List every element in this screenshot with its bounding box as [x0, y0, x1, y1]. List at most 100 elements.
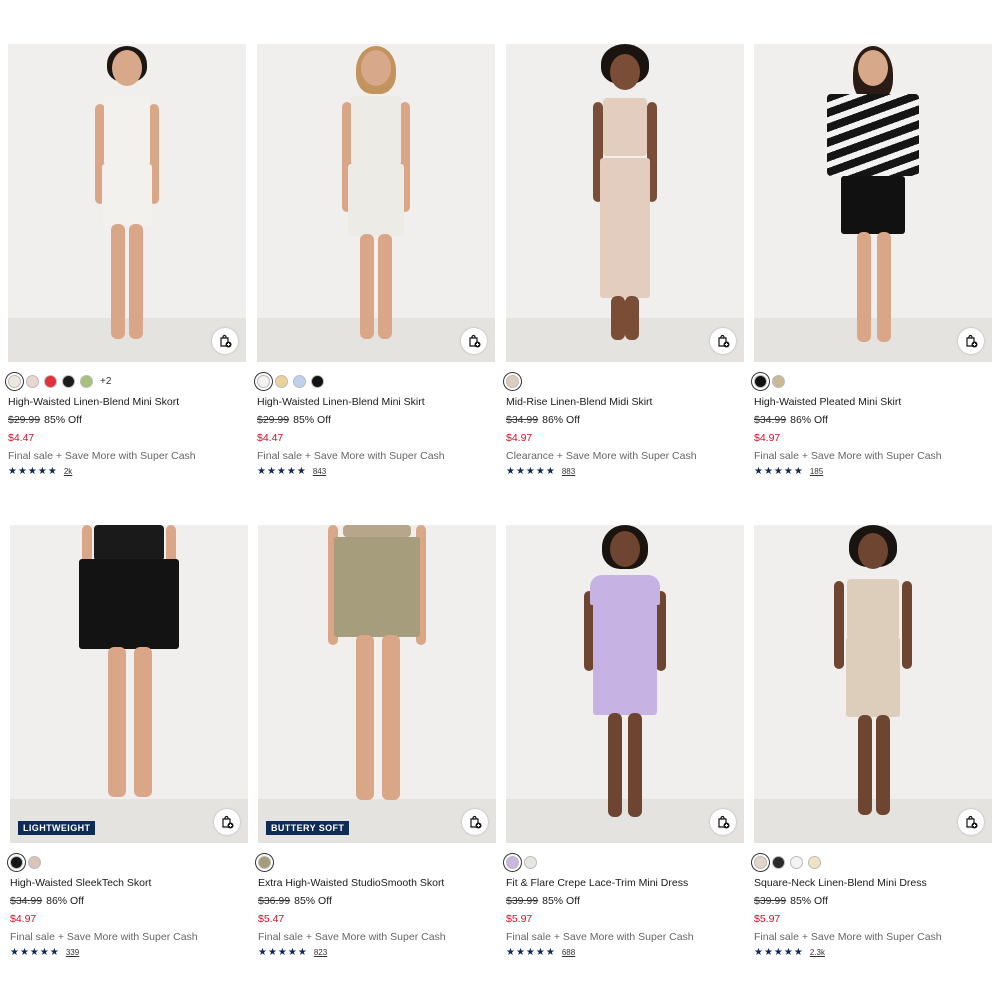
sale-price: $4.47 — [257, 432, 284, 444]
color-swatch[interactable] — [62, 374, 75, 388]
product-name[interactable]: Mid-Rise Linen-Blend Midi Skirt — [506, 396, 744, 408]
product-card[interactable]: +2 High-Waisted Linen-Blend Mini Skort $… — [8, 44, 246, 477]
color-swatch[interactable] — [808, 855, 821, 869]
color-swatch[interactable] — [258, 855, 271, 869]
shopping-bag-plus-icon — [470, 815, 482, 829]
rating[interactable]: ★★★★★ 823 — [258, 947, 496, 958]
review-count[interactable]: 823 — [314, 948, 327, 957]
review-count[interactable]: 2k — [64, 467, 72, 476]
price-row: $34.99 86% Off — [10, 895, 248, 907]
price-row: $34.99 86% Off — [506, 414, 744, 426]
color-swatch[interactable] — [44, 374, 57, 388]
product-name[interactable]: High-Waisted Pleated Mini Skirt — [754, 396, 992, 408]
review-count[interactable]: 883 — [562, 467, 575, 476]
product-image[interactable] — [754, 44, 992, 362]
review-count[interactable]: 185 — [810, 467, 823, 476]
product-card[interactable]: Mid-Rise Linen-Blend Midi Skirt $34.99 86… — [506, 44, 744, 477]
rating[interactable]: ★★★★★ 883 — [506, 466, 744, 477]
color-swatch[interactable] — [524, 855, 537, 869]
product-image[interactable] — [506, 525, 744, 843]
product-card[interactable]: High-Waisted Pleated Mini Skirt $34.99 86… — [754, 44, 992, 477]
rating[interactable]: ★★★★★ 2k — [8, 466, 246, 477]
product-image[interactable]: LIGHTWEIGHT — [10, 525, 248, 843]
product-image[interactable] — [754, 525, 992, 843]
product-card[interactable]: BUTTERY SOFT Extra High-Waisted StudioSm… — [258, 525, 496, 958]
color-swatch[interactable] — [257, 374, 270, 388]
color-swatch[interactable] — [275, 374, 288, 388]
star-rating-icon: ★★★★★ — [754, 466, 804, 477]
star-rating-icon: ★★★★★ — [754, 947, 804, 958]
color-swatch[interactable] — [772, 374, 785, 388]
rating[interactable]: ★★★★★ 2.3k — [754, 947, 992, 958]
product-card[interactable]: LIGHTWEIGHT High-Waisted SleekTech Skort… — [10, 525, 248, 958]
product-card[interactable]: Square-Neck Linen-Blend Mini Dress $39.9… — [754, 525, 992, 958]
product-card[interactable]: High-Waisted Linen-Blend Mini Skirt $29.… — [257, 44, 495, 477]
rating[interactable]: ★★★★★ 843 — [257, 466, 495, 477]
sale-price: $5.47 — [258, 913, 285, 925]
product-name[interactable]: High-Waisted Linen-Blend Mini Skort — [8, 396, 246, 408]
product-name[interactable]: Square-Neck Linen-Blend Mini Dress — [754, 877, 992, 889]
shopping-bag-plus-icon — [966, 334, 978, 348]
review-count[interactable]: 843 — [313, 467, 326, 476]
promo-note: Final sale + Save More with Super Cash — [258, 931, 446, 943]
original-price: $34.99 — [754, 414, 787, 426]
rating[interactable]: ★★★★★ 339 — [10, 947, 248, 958]
product-image[interactable]: BUTTERY SOFT — [258, 525, 496, 843]
sale-price: $4.97 — [10, 913, 37, 925]
product-name[interactable]: High-Waisted Linen-Blend Mini Skirt — [257, 396, 495, 408]
add-to-bag-button[interactable] — [214, 809, 240, 835]
price-row: $29.99 85% Off — [257, 414, 495, 426]
color-swatch[interactable] — [80, 374, 93, 388]
color-swatch[interactable] — [10, 855, 23, 869]
shopping-bag-plus-icon — [222, 815, 234, 829]
color-swatches — [258, 853, 496, 871]
add-to-bag-button[interactable] — [710, 809, 736, 835]
color-swatch[interactable] — [754, 374, 767, 388]
color-swatch[interactable] — [754, 855, 767, 869]
product-image[interactable] — [257, 44, 495, 362]
review-count[interactable]: 2.3k — [810, 948, 825, 957]
star-rating-icon: ★★★★★ — [506, 947, 556, 958]
add-to-bag-button[interactable] — [710, 328, 736, 354]
color-swatch[interactable] — [506, 374, 519, 388]
color-swatch[interactable] — [311, 374, 324, 388]
product-name[interactable]: Extra High-Waisted StudioSmooth Skort — [258, 877, 496, 889]
star-rating-icon: ★★★★★ — [257, 466, 307, 477]
more-colors-link[interactable]: +2 — [100, 376, 111, 387]
color-swatch[interactable] — [26, 374, 39, 388]
add-to-bag-button[interactable] — [958, 328, 984, 354]
shopping-bag-plus-icon — [220, 334, 232, 348]
discount: 85% Off — [294, 895, 332, 907]
review-count[interactable]: 339 — [66, 948, 79, 957]
product-image[interactable] — [8, 44, 246, 362]
discount: 86% Off — [790, 414, 828, 426]
promo-note: Final sale + Save More with Super Cash — [754, 931, 942, 943]
add-to-bag-button[interactable] — [958, 809, 984, 835]
color-swatch[interactable] — [790, 855, 803, 869]
rating[interactable]: ★★★★★ 688 — [506, 947, 744, 958]
add-to-bag-button[interactable] — [212, 328, 238, 354]
color-swatch[interactable] — [293, 374, 306, 388]
color-swatch[interactable] — [28, 855, 41, 869]
product-image[interactable] — [506, 44, 744, 362]
star-rating-icon: ★★★★★ — [8, 466, 58, 477]
add-to-bag-button[interactable] — [462, 809, 488, 835]
product-name[interactable]: Fit & Flare Crepe Lace-Trim Mini Dress — [506, 877, 744, 889]
color-swatch[interactable] — [772, 855, 785, 869]
rating[interactable]: ★★★★★ 185 — [754, 466, 992, 477]
add-to-bag-button[interactable] — [461, 328, 487, 354]
color-swatch[interactable] — [8, 374, 21, 388]
color-swatch[interactable] — [506, 855, 519, 869]
review-count[interactable]: 688 — [562, 948, 575, 957]
product-card[interactable]: Fit & Flare Crepe Lace-Trim Mini Dress $… — [506, 525, 744, 958]
product-badge: LIGHTWEIGHT — [18, 821, 96, 835]
product-name[interactable]: High-Waisted SleekTech Skort — [10, 877, 248, 889]
original-price: $29.99 — [257, 414, 290, 426]
color-swatches — [506, 853, 744, 871]
product-grid: +2 High-Waisted Linen-Blend Mini Skort $… — [0, 0, 1000, 1000]
promo-note: Final sale + Save More with Super Cash — [506, 931, 694, 943]
price-row: $36.99 85% Off — [258, 895, 496, 907]
price-row: $34.99 86% Off — [754, 414, 992, 426]
price-row: $39.99 85% Off — [754, 895, 992, 907]
sale-price: $4.97 — [754, 432, 781, 444]
